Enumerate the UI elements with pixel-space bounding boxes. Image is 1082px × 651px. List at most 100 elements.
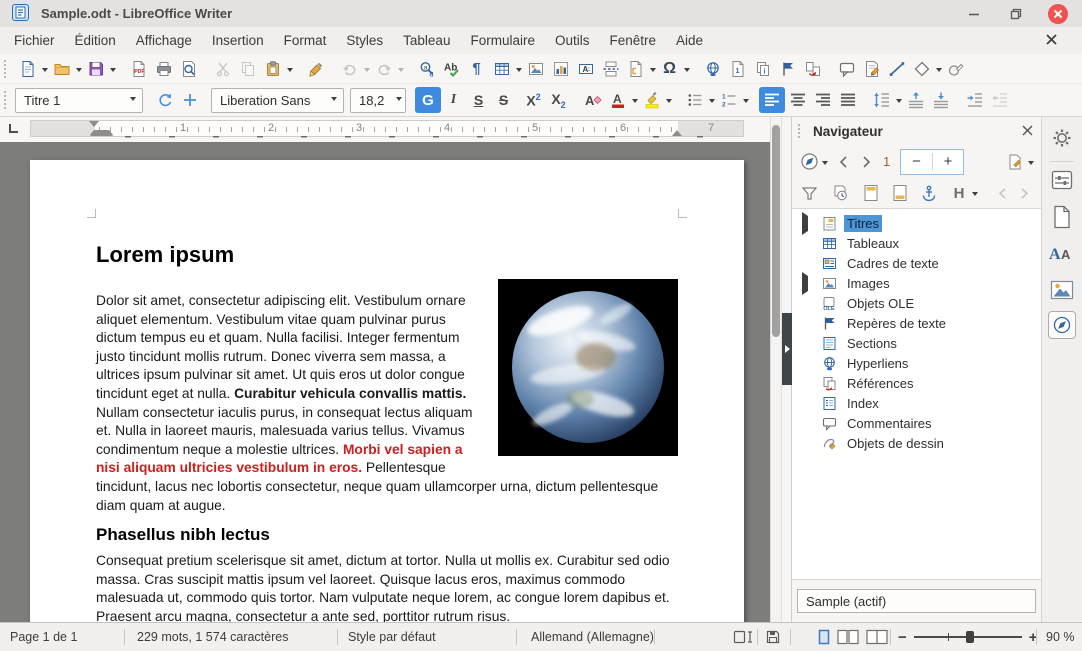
- redo-dropdown[interactable]: [398, 67, 404, 75]
- right-indent-marker[interactable]: [672, 125, 682, 136]
- next-page-icon[interactable]: [855, 150, 877, 174]
- subscript-button[interactable]: X2: [546, 87, 571, 113]
- menu-item-2[interactable]: Affichage: [126, 29, 202, 52]
- spin-minus[interactable]: −: [901, 153, 933, 170]
- insert-line-icon[interactable]: [884, 56, 909, 82]
- update-style-icon[interactable]: [152, 87, 177, 113]
- tree-item-drawing-objects[interactable]: Objets de dessin: [792, 433, 1041, 453]
- save-icon[interactable]: [83, 56, 108, 82]
- font-color-icon[interactable]: A: [605, 87, 630, 113]
- open-dropdown[interactable]: [76, 67, 82, 75]
- undo-dropdown[interactable]: [364, 67, 370, 75]
- zoom-slider-thumb[interactable]: [965, 631, 974, 643]
- page-style[interactable]: Style par défaut: [348, 623, 436, 651]
- horizontal-ruler[interactable]: 1 2 3 4 5 6 7: [30, 120, 744, 140]
- align-right-button[interactable]: [810, 87, 835, 113]
- insert-field-icon[interactable]: [623, 56, 648, 82]
- toolbar-grip[interactable]: [4, 91, 11, 109]
- insert-text-box-icon[interactable]: A: [573, 56, 598, 82]
- tree-item-hyperlinks[interactable]: Hyperliens: [792, 353, 1041, 373]
- word-count[interactable]: 229 mots, 1 574 caractères: [137, 623, 288, 651]
- close-button[interactable]: [1048, 3, 1068, 24]
- font-name-combo[interactable]: Liberation Sans: [211, 87, 344, 113]
- menu-item-4[interactable]: Format: [274, 29, 337, 52]
- tree-item-references[interactable]: Références: [792, 373, 1041, 393]
- page-tab-icon[interactable]: [1052, 205, 1072, 229]
- left-indent-marker[interactable]: [89, 125, 114, 136]
- tree-item-bookmarks[interactable]: Repères de texte: [792, 313, 1041, 333]
- tree-item-comments[interactable]: Commentaires: [792, 413, 1041, 433]
- anchor-icon[interactable]: [918, 181, 940, 205]
- drag-mode-icon[interactable]: [1004, 150, 1026, 174]
- tab-stop-selector[interactable]: [9, 124, 18, 133]
- insert-chart-icon[interactable]: [548, 56, 573, 82]
- tree-item-tables[interactable]: Tableaux: [792, 233, 1041, 253]
- track-changes-icon[interactable]: [859, 56, 884, 82]
- insert-table-icon[interactable]: [489, 56, 514, 82]
- navigation-dropdown[interactable]: [822, 160, 828, 168]
- undo-icon[interactable]: [337, 56, 362, 82]
- basic-shapes-icon[interactable]: [909, 56, 934, 82]
- close-document-icon[interactable]: [1035, 29, 1068, 53]
- insert-image-icon[interactable]: [523, 56, 548, 82]
- increase-paragraph-spacing-icon[interactable]: [903, 87, 928, 113]
- find-replace-icon[interactable]: ad: [414, 56, 439, 82]
- menu-item-6[interactable]: Tableau: [393, 29, 460, 52]
- single-page-view-icon[interactable]: [818, 629, 830, 645]
- print-icon[interactable]: [151, 56, 176, 82]
- underline-button[interactable]: S: [466, 87, 491, 113]
- properties-tab-icon[interactable]: [1051, 170, 1073, 190]
- tree-item-ole-objects[interactable]: OLE Objets OLE: [792, 293, 1041, 313]
- line-spacing-icon[interactable]: [869, 87, 894, 113]
- font-size-combo[interactable]: 18,2: [350, 87, 406, 113]
- menu-item-3[interactable]: Insertion: [202, 29, 274, 52]
- tree-item-indexes[interactable]: Index: [792, 393, 1041, 413]
- sidebar-settings-icon[interactable]: [1051, 127, 1073, 149]
- gallery-tab-icon[interactable]: [1050, 280, 1074, 300]
- paste-dropdown[interactable]: [287, 67, 293, 75]
- superscript-button[interactable]: X2: [521, 87, 546, 113]
- styles-tab-icon[interactable]: AA: [1049, 243, 1075, 263]
- heading-levels-dropdown[interactable]: [972, 192, 978, 199]
- font-color-dropdown[interactable]: [632, 99, 638, 106]
- highlight-color-icon[interactable]: [639, 87, 664, 113]
- paragraph-style-combo[interactable]: Titre 1: [15, 87, 143, 113]
- clear-formatting-icon[interactable]: A: [580, 87, 605, 113]
- numbered-list-icon[interactable]: 12: [716, 87, 741, 113]
- close-navigator-icon[interactable]: [1022, 124, 1033, 139]
- tree-item-images[interactable]: Images: [792, 271, 1041, 295]
- insert-endnote-icon[interactable]: i: [750, 56, 775, 82]
- document-content[interactable]: Lorem ipsum Dolor sit amet, consectetur …: [96, 160, 678, 622]
- reminder-icon[interactable]: [829, 181, 851, 205]
- footer-icon[interactable]: [889, 181, 911, 205]
- drag-mode-dropdown[interactable]: [1028, 160, 1034, 168]
- navigator-tab-icon[interactable]: [1048, 311, 1076, 339]
- previous-page-icon[interactable]: [833, 150, 855, 174]
- heading-levels-icon[interactable]: H: [948, 181, 970, 205]
- insert-table-dropdown[interactable]: [516, 67, 522, 75]
- bullet-list-dropdown[interactable]: [709, 99, 715, 106]
- header-icon[interactable]: [860, 181, 882, 205]
- draw-functions-icon[interactable]: [943, 56, 968, 82]
- maximize-button[interactable]: [1006, 4, 1026, 24]
- tree-item-headings[interactable]: Titres: [792, 211, 1041, 235]
- copy-icon[interactable]: [235, 56, 260, 82]
- insert-footnote-icon[interactable]: 1: [725, 56, 750, 82]
- insert-comment-icon[interactable]: [834, 56, 859, 82]
- new-style-icon[interactable]: [177, 87, 202, 113]
- insert-field-dropdown[interactable]: [650, 67, 656, 75]
- special-character-icon[interactable]: Ω: [657, 56, 682, 82]
- align-left-button[interactable]: [759, 87, 785, 113]
- expand-icon[interactable]: [802, 211, 815, 235]
- new-document-dropdown[interactable]: [42, 67, 48, 75]
- redo-icon[interactable]: [371, 56, 396, 82]
- menu-item-0[interactable]: Fichier: [4, 29, 65, 52]
- minimize-button[interactable]: [964, 4, 984, 24]
- expand-icon[interactable]: [802, 271, 815, 295]
- align-center-button[interactable]: [785, 87, 810, 113]
- menu-item-1[interactable]: Édition: [65, 29, 126, 52]
- panel-grip[interactable]: [798, 124, 805, 138]
- strikethrough-button[interactable]: S: [491, 87, 516, 113]
- spelling-icon[interactable]: Ab: [439, 56, 464, 82]
- book-view-icon[interactable]: [866, 629, 888, 645]
